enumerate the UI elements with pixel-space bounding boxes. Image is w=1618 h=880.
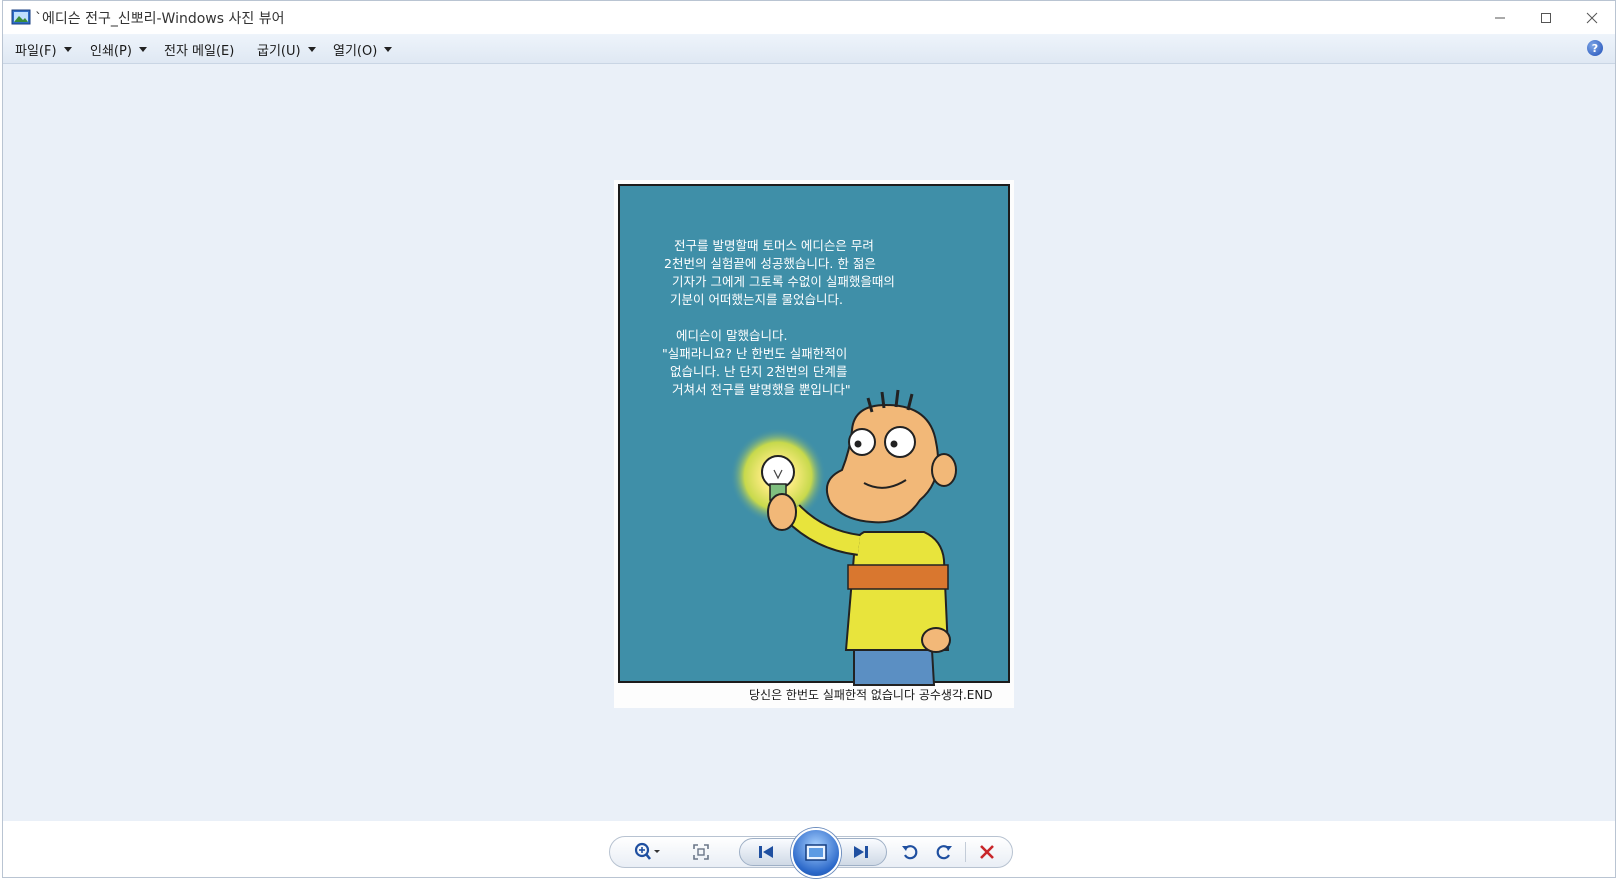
chevron-down-icon	[138, 46, 147, 52]
menu-email-label: 전자 메일(E)	[164, 43, 235, 59]
maximize-button[interactable]	[1523, 1, 1569, 34]
menu-open[interactable]: 열기(O)	[333, 39, 393, 59]
delete-icon	[980, 845, 994, 859]
toolbar-separator	[965, 842, 966, 862]
close-button[interactable]	[1569, 1, 1615, 34]
menu-bar: 파일(F) 인쇄(P) 전자 메일(E) 굽기(U) 열기(O) ?	[3, 34, 1615, 64]
menu-email[interactable]: 전자 메일(E)	[164, 39, 234, 59]
title-bar[interactable]: `에디슨 전구_신뽀리-Windows 사진 뷰어	[3, 1, 1615, 34]
previous-icon	[759, 846, 773, 858]
previous-button[interactable]	[751, 839, 781, 865]
zoom-button[interactable]	[627, 839, 667, 865]
maximize-icon	[1541, 12, 1551, 23]
rotate-clockwise-button[interactable]	[932, 839, 956, 865]
photo-viewer-icon	[11, 9, 31, 25]
image-viewer-area[interactable]: 전구를 발명할때 토머스 에디슨은 무려 2천번의 실험끝에 성공했습니다. 한…	[3, 64, 1615, 821]
delete-button[interactable]	[975, 839, 999, 865]
displayed-photo: 전구를 발명할때 토머스 에디슨은 무려 2천번의 실험끝에 성공했습니다. 한…	[614, 180, 1014, 708]
minimize-button[interactable]	[1477, 1, 1523, 34]
menu-burn-label: 굽기(U)	[257, 43, 301, 59]
actual-size-icon	[693, 844, 709, 860]
minimize-icon	[1495, 17, 1505, 18]
chevron-down-icon	[307, 46, 316, 52]
menu-burn[interactable]: 굽기(U)	[257, 39, 316, 59]
close-icon	[1586, 12, 1598, 23]
comic-image: 전구를 발명할때 토머스 에디슨은 무려 2천번의 실험끝에 성공했습니다. 한…	[618, 184, 1010, 702]
comic-caption: 당신은 한번도 실패한적 없습니다 공수생각.END	[749, 688, 993, 702]
slideshow-button[interactable]	[791, 828, 841, 878]
window-title: `에디슨 전구_신뽀리-Windows 사진 뷰어	[35, 11, 285, 27]
menu-file-label: 파일(F)	[15, 43, 57, 59]
menu-print-label: 인쇄(P)	[90, 43, 132, 59]
menu-print[interactable]: 인쇄(P)	[90, 39, 147, 59]
photo-viewer-window: `에디슨 전구_신뽀리-Windows 사진 뷰어 파일(F) 인쇄(P) 전자…	[2, 0, 1616, 878]
rotate-counterclockwise-button[interactable]	[898, 839, 922, 865]
menu-file[interactable]: 파일(F)	[15, 39, 72, 59]
chevron-down-icon	[384, 46, 393, 52]
help-icon[interactable]: ?	[1587, 40, 1603, 56]
slideshow-icon	[805, 844, 827, 861]
next-button[interactable]	[846, 839, 876, 865]
rotate-clockwise-icon	[936, 845, 952, 860]
chevron-down-icon	[63, 46, 72, 52]
next-icon	[854, 846, 868, 858]
menu-open-label: 열기(O)	[333, 43, 378, 59]
zoom-icon	[634, 842, 660, 860]
actual-size-button[interactable]	[689, 839, 713, 865]
bottom-toolbar	[3, 821, 1615, 878]
window-controls	[1477, 1, 1615, 34]
rotate-counterclockwise-icon	[902, 845, 918, 860]
